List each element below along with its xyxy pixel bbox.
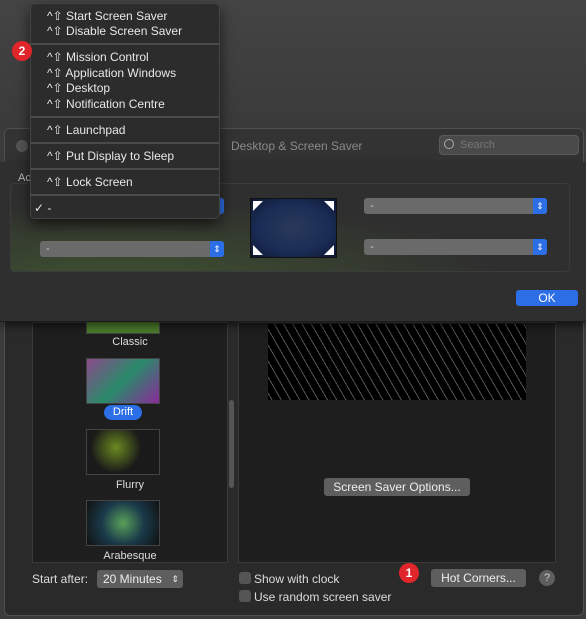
- menu-separator: [31, 43, 219, 45]
- select-value: -: [46, 243, 50, 255]
- menu-separator: [31, 116, 219, 118]
- updown-chevron-icon: ⇕: [171, 574, 179, 584]
- menu-item-disable-screen-saver[interactable]: ^⇧ Disable Screen Saver: [47, 24, 182, 38]
- control-shift-icon: ^⇧: [47, 50, 63, 64]
- menu-item-label: Lock Screen: [66, 175, 133, 189]
- annotation-badge-2: 2: [12, 41, 32, 61]
- search-icon: [444, 139, 454, 149]
- annotation-badge-1: 1: [399, 563, 419, 583]
- menu-item-label: Put Display to Sleep: [66, 149, 175, 163]
- menu-item-label: Desktop: [66, 81, 111, 95]
- search-placeholder: Search: [460, 139, 495, 151]
- start-after-select[interactable]: 20 Minutes ⇕: [97, 570, 183, 588]
- corner-marker-icon: [253, 201, 263, 211]
- screen-saver-label: Arabesque: [103, 550, 157, 562]
- menu-item-put-display-to-sleep[interactable]: ^⇧ Put Display to Sleep: [47, 149, 174, 163]
- screen-saver-label: Classic: [112, 336, 148, 348]
- control-shift-icon: ^⇧: [47, 97, 63, 111]
- menu-item-label: Start Screen Saver: [66, 9, 168, 23]
- start-after-label: Start after:: [32, 572, 89, 586]
- menu-item-label: Disable Screen Saver: [66, 24, 183, 38]
- menu-item-launchpad[interactable]: ^⇧ Launchpad: [47, 123, 125, 137]
- menu-item-none-selected[interactable]: ✓ -: [34, 201, 51, 215]
- menu-item-label: Application Windows: [65, 66, 177, 80]
- screen-saver-label-selected: Drift: [104, 405, 142, 420]
- desktop-preview-thumbnail: [250, 198, 337, 258]
- drift-thumbnail[interactable]: [86, 358, 160, 404]
- scrollbar[interactable]: [229, 400, 234, 488]
- start-after-value: 20 Minutes: [103, 572, 162, 586]
- menu-item-label: Launchpad: [66, 123, 126, 137]
- corner-marker-icon: [324, 245, 334, 255]
- updown-chevron-icon: ⇕: [210, 241, 224, 257]
- updown-chevron-icon: ⇕: [533, 239, 547, 255]
- preview-image: [268, 324, 526, 400]
- menu-item-application-windows[interactable]: ^⇧ Application Windows: [47, 66, 176, 80]
- control-shift-icon: ^⇧: [47, 149, 63, 163]
- screen-saver-options-button[interactable]: Screen Saver Options...: [324, 478, 470, 496]
- hot-corner-action-menu: ^⇧ Start Screen Saver ^⇧ Disable Screen …: [30, 3, 220, 219]
- bottom-right-corner-select[interactable]: - ⇕: [364, 239, 547, 255]
- window-title: Desktop & Screen Saver: [231, 139, 363, 153]
- updown-chevron-icon: ⇕: [533, 198, 547, 214]
- menu-item-lock-screen[interactable]: ^⇧ Lock Screen: [47, 175, 133, 189]
- top-right-corner-select[interactable]: - ⇕: [364, 198, 547, 214]
- menu-item-start-screen-saver[interactable]: ^⇧ Start Screen Saver: [47, 9, 167, 23]
- menu-item-label: Mission Control: [66, 50, 149, 64]
- select-value: -: [370, 241, 374, 253]
- show-clock-label: Show with clock: [254, 572, 340, 586]
- control-shift-icon: ^⇧: [47, 123, 63, 137]
- search-input[interactable]: Search: [439, 135, 579, 155]
- menu-item-label: Notification Centre: [66, 97, 165, 111]
- menu-item-notification-centre[interactable]: ^⇧ Notification Centre: [47, 97, 165, 111]
- bottom-left-corner-select[interactable]: - ⇕: [40, 241, 224, 257]
- checkmark-icon: ✓: [34, 201, 45, 215]
- screen-saver-label: Flurry: [115, 479, 145, 491]
- corner-marker-icon: [253, 245, 263, 255]
- hot-corners-button[interactable]: Hot Corners...: [431, 569, 526, 587]
- menu-separator: [31, 194, 219, 196]
- random-checkbox[interactable]: [239, 590, 251, 602]
- menu-separator: [31, 142, 219, 144]
- control-shift-icon: ^⇧: [47, 175, 63, 189]
- show-clock-checkbox[interactable]: [239, 572, 251, 584]
- help-button[interactable]: ?: [539, 570, 555, 586]
- arabesque-thumbnail[interactable]: [86, 500, 160, 546]
- control-shift-icon: ^⇧: [47, 81, 63, 95]
- corner-marker-icon: [324, 201, 334, 211]
- ok-button[interactable]: OK: [516, 290, 578, 306]
- control-shift-icon: ^⇧: [47, 24, 63, 38]
- close-button[interactable]: [16, 140, 28, 152]
- control-shift-icon: ^⇧: [47, 9, 63, 23]
- menu-separator: [31, 168, 219, 170]
- random-label: Use random screen saver: [254, 590, 392, 604]
- select-value: -: [370, 200, 374, 212]
- menu-item-desktop[interactable]: ^⇧ Desktop: [47, 81, 110, 95]
- menu-item-label: -: [47, 201, 52, 215]
- flurry-thumbnail[interactable]: [86, 429, 160, 475]
- menu-item-mission-control[interactable]: ^⇧ Mission Control: [47, 50, 149, 64]
- control-shift-icon: ^⇧: [47, 66, 63, 80]
